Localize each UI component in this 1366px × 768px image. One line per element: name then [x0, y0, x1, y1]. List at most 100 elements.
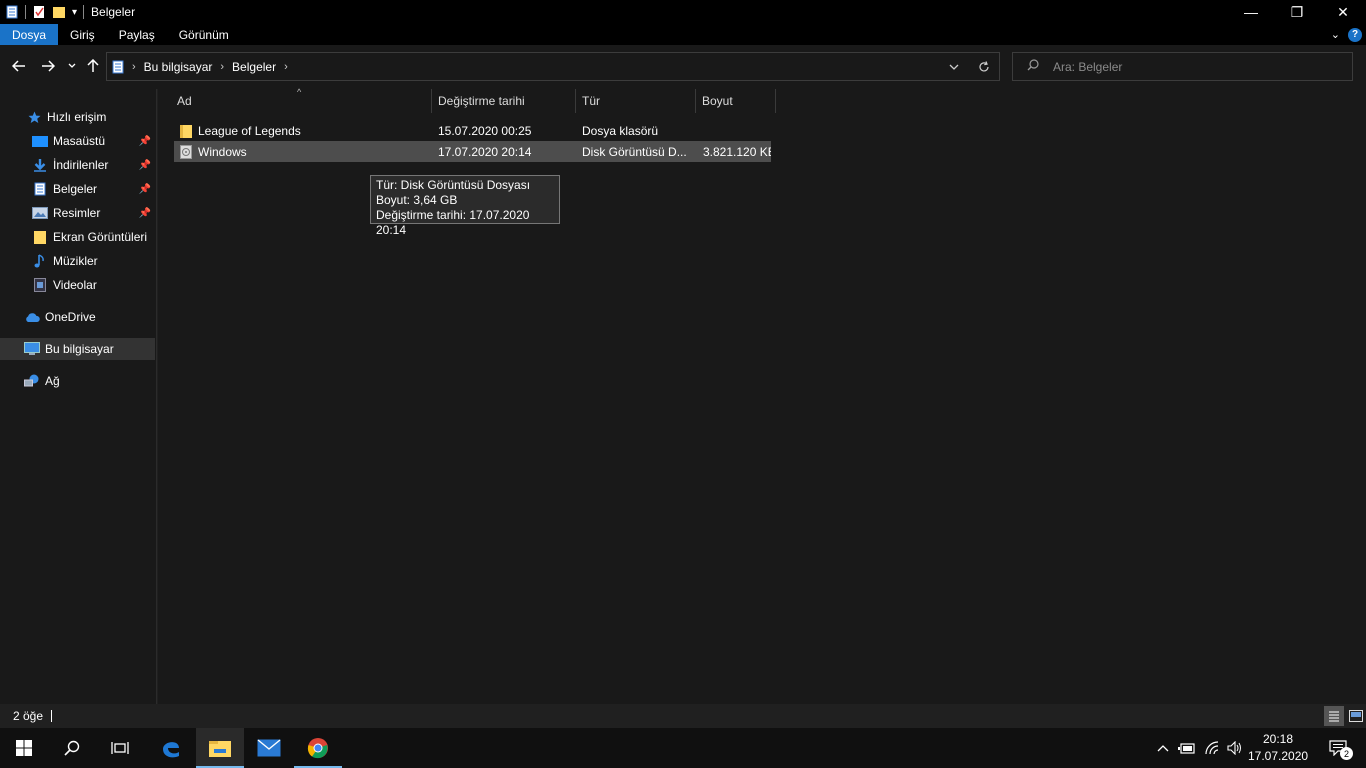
file-list-pane: ^ Ad Değiştirme tarihi Tür Boyut League … [158, 87, 1366, 704]
volume-button[interactable] [1224, 728, 1246, 768]
breadcrumb-this-pc[interactable]: Bu bilgisayar [144, 60, 213, 74]
taskbar-edge[interactable] [147, 728, 195, 768]
chrome-icon [307, 738, 328, 759]
windows-logo-icon [16, 740, 32, 756]
breadcrumb-separator-icon[interactable]: › [132, 61, 136, 73]
search-button[interactable] [48, 728, 96, 768]
column-divider[interactable] [575, 89, 576, 113]
back-button[interactable] [9, 56, 29, 76]
tab-home[interactable]: Giriş [58, 24, 107, 45]
taskbar: 20:18 17.07.2020 2 [0, 728, 1366, 768]
back-arrow-icon [12, 60, 25, 72]
column-header-type[interactable]: Tür [582, 89, 695, 113]
start-button[interactable] [0, 728, 48, 768]
sidebar-item-videos[interactable]: Videolar [0, 274, 155, 296]
column-header-name[interactable]: Ad [177, 89, 431, 113]
clock-date: 17.07.2020 [1248, 749, 1309, 763]
search-box[interactable] [1012, 52, 1353, 81]
search-icon [64, 740, 80, 756]
tab-file[interactable]: Dosya [0, 24, 59, 45]
status-divider [51, 710, 53, 722]
recent-locations-button[interactable] [62, 56, 82, 76]
action-center-button[interactable]: 2 [1318, 728, 1358, 768]
pin-icon: 📌 [138, 183, 151, 195]
title-bar: ▾ Belgeler — ❐ ✕ [0, 0, 1366, 24]
status-bar: 2 öğe [0, 704, 1366, 728]
network-icon [24, 374, 40, 388]
expand-ribbon-icon[interactable]: ⌄ [1331, 28, 1340, 41]
column-header-date[interactable]: Değiştirme tarihi [438, 89, 575, 113]
properties-icon[interactable] [33, 5, 45, 19]
file-size [703, 120, 771, 141]
up-arrow-icon [87, 59, 99, 72]
sidebar-item-onedrive[interactable]: OneDrive [0, 306, 155, 328]
forward-button[interactable] [38, 56, 58, 76]
file-explorer-icon [209, 741, 231, 757]
file-date: 17.07.2020 20:14 [438, 144, 532, 159]
taskbar-chrome[interactable] [294, 728, 342, 768]
sidebar-item-label: Belgeler [53, 182, 98, 196]
tab-share[interactable]: Paylaş [107, 24, 167, 45]
new-folder-icon[interactable] [53, 5, 65, 19]
address-history-dropdown[interactable] [939, 53, 969, 80]
large-icons-view-icon [1349, 710, 1363, 722]
help-icon[interactable]: ? [1348, 27, 1362, 42]
star-icon [26, 110, 42, 124]
desktop-icon [32, 134, 48, 148]
minimize-button[interactable]: — [1228, 0, 1274, 24]
column-divider[interactable] [695, 89, 696, 113]
file-info-tooltip: Tür: Disk Görüntüsü Dosyası Boyut: 3,64 … [370, 175, 560, 237]
breadcrumb-documents[interactable]: Belgeler [232, 60, 276, 74]
file-size: 3.821.120 KB [703, 144, 771, 159]
sidebar-item-desktop[interactable]: Masaüstü 📌 [0, 130, 155, 152]
file-type: Disk Görüntüsü D... [582, 144, 687, 159]
task-view-button[interactable] [96, 728, 144, 768]
file-row[interactable]: League of Legends 15.07.2020 00:25 Dosya… [174, 120, 771, 141]
restore-button[interactable]: ❐ [1274, 0, 1320, 24]
sidebar-item-downloads[interactable]: İndirilenler 📌 [0, 154, 155, 176]
file-name: Windows [198, 144, 247, 159]
tab-view[interactable]: Görünüm [167, 24, 241, 45]
tooltip-type: Tür: Disk Görüntüsü Dosyası [376, 178, 531, 192]
taskbar-mail[interactable] [245, 728, 293, 768]
details-view-button[interactable] [1324, 706, 1344, 726]
close-button[interactable]: ✕ [1320, 0, 1366, 24]
chevron-down-icon [949, 64, 959, 70]
breadcrumb-separator-icon[interactable]: › [284, 61, 288, 73]
sidebar-item-screenshots[interactable]: Ekran Görüntüleri [0, 226, 155, 248]
search-input[interactable] [1053, 59, 1333, 74]
sidebar-item-label: Masaüstü [53, 134, 106, 148]
large-icons-view-button[interactable] [1346, 706, 1366, 726]
address-bar[interactable]: › Bu bilgisayar › Belgeler › [106, 52, 1000, 81]
refresh-button[interactable] [969, 53, 999, 80]
taskbar-file-explorer[interactable] [196, 728, 244, 768]
sidebar-item-this-pc[interactable]: Bu bilgisayar [0, 338, 155, 360]
file-row[interactable]: Windows 17.07.2020 20:14 Disk Görüntüsü … [174, 141, 771, 162]
battery-button[interactable] [1176, 728, 1198, 768]
column-header-size[interactable]: Boyut [702, 89, 775, 113]
documents-icon [32, 182, 48, 196]
sidebar-item-network[interactable]: Ağ [0, 370, 155, 392]
column-divider[interactable] [431, 89, 432, 113]
network-button[interactable] [1201, 728, 1223, 768]
sidebar-item-label: Hızlı erişim [47, 110, 107, 124]
sidebar-item-music[interactable]: Müzikler [0, 250, 155, 272]
tooltip-modified: Değiştirme tarihi: 17.07.2020 20:14 [376, 208, 530, 237]
customize-toolbar-icon[interactable]: ▾ [72, 7, 77, 18]
clock-time: 20:18 [1262, 732, 1294, 746]
sidebar-item-documents[interactable]: Belgeler 📌 [0, 178, 155, 200]
sidebar-item-label: Resimler [53, 206, 101, 220]
folder-icon [180, 120, 196, 141]
column-divider[interactable] [775, 89, 776, 113]
sidebar-item-quick-access[interactable]: Hızlı erişim [0, 106, 155, 128]
sidebar-item-label: Müzikler [53, 254, 98, 268]
taskbar-clock[interactable]: 20:18 17.07.2020 [1248, 731, 1308, 765]
up-button[interactable] [83, 56, 103, 76]
computer-icon [24, 342, 40, 356]
show-hidden-icons-button[interactable] [1154, 728, 1172, 768]
file-name: League of Legends [198, 123, 301, 138]
sidebar-item-label: Videolar [53, 278, 97, 292]
breadcrumb-separator-icon[interactable]: › [220, 61, 224, 73]
location-icon [112, 60, 124, 74]
sidebar-item-pictures[interactable]: Resimler 📌 [0, 202, 155, 224]
